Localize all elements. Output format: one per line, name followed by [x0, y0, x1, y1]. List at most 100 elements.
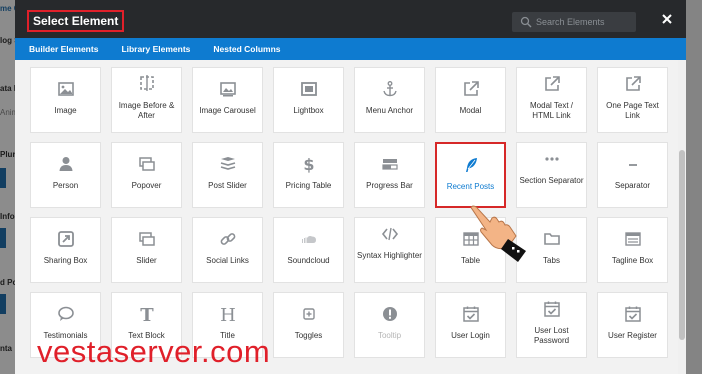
element-label: Image: [54, 106, 77, 115]
element-label: Modal Text / HTML Link: [530, 101, 573, 120]
element-label: Separator: [614, 181, 651, 190]
element-label: Modal: [459, 106, 482, 115]
modal-title: Select Element: [27, 10, 125, 32]
element-card-soundcloud[interactable]: Soundcloud: [273, 217, 344, 283]
element-label: Tagline Box: [611, 256, 654, 265]
plus-square-icon: [302, 308, 315, 320]
element-label: User Lost Password: [533, 326, 570, 345]
slider-icon: [138, 232, 155, 246]
image-icon: [57, 82, 74, 96]
element-label: One Page Text Link: [606, 101, 659, 120]
tab-library-elements[interactable]: Library Elements: [121, 38, 190, 60]
cloud-icon: [301, 236, 316, 243]
tab-builder-elements[interactable]: Builder Elements: [29, 38, 98, 60]
element-card-progress-bar[interactable]: Progress Bar: [354, 142, 425, 208]
element-card-syntax-highlighter[interactable]: Syntax Highlighter: [354, 217, 425, 283]
calendar-check-icon: [543, 301, 560, 317]
element-card-post-slider[interactable]: Post Slider: [192, 142, 263, 208]
modal-scrollbar[interactable]: [678, 60, 686, 374]
element-label: Recent Posts: [446, 182, 495, 191]
close-icon[interactable]: [661, 13, 673, 25]
search-input[interactable]: [536, 14, 632, 30]
element-label: Tooltip: [377, 331, 402, 340]
dash-icon: [628, 164, 637, 166]
pointing-hand-icon: [470, 205, 526, 262]
calendar-check-icon: [624, 306, 641, 322]
element-label: Image Before & After: [118, 101, 175, 120]
element-card-modal-text-html-link[interactable]: Modal Text / HTML Link: [516, 67, 587, 133]
element-card-toggles[interactable]: Toggles: [273, 292, 344, 358]
dollar-icon: $: [303, 155, 314, 173]
element-card-image-carousel[interactable]: Image Carousel: [192, 67, 263, 133]
element-card-image[interactable]: Image: [30, 67, 101, 133]
element-card-person[interactable]: Person: [30, 142, 101, 208]
svg-text:T: T: [140, 305, 154, 323]
element-label: Section Separator: [519, 176, 584, 185]
element-label: User Register: [608, 331, 657, 340]
speech-bubble-icon: [57, 306, 74, 321]
heading-icon: H: [220, 305, 236, 323]
element-label: Toggles: [294, 331, 323, 340]
element-card-tagline-box[interactable]: Tagline Box: [597, 217, 668, 283]
element-card-user-lost-password[interactable]: User Lost Password: [516, 292, 587, 358]
element-label: Social Links: [206, 256, 249, 265]
element-label: Sharing Box: [43, 256, 88, 265]
element-card-recent-posts[interactable]: Recent Posts: [435, 142, 506, 208]
element-card-menu-anchor[interactable]: Menu Anchor: [354, 67, 425, 133]
calendar-check-icon: [462, 306, 479, 322]
element-card-image-before-after[interactable]: Image Before & After: [111, 67, 182, 133]
scrollbar-thumb[interactable]: [679, 150, 685, 340]
feather-icon: [465, 158, 477, 172]
element-card-user-register[interactable]: User Register: [597, 292, 668, 358]
select-element-modal: Select Element Builder Elements Library …: [15, 0, 686, 374]
tab-bar: Builder Elements Library Elements Nested…: [15, 38, 686, 60]
element-card-one-page-text-link[interactable]: One Page Text Link: [597, 67, 668, 133]
person-icon: [59, 157, 72, 171]
image-compare-icon: [139, 75, 154, 91]
elements-panel: Image Image Before & After Image Carouse…: [15, 60, 686, 374]
external-link-icon: [544, 76, 560, 91]
element-card-separator[interactable]: Separator: [597, 142, 668, 208]
folder-icon: [543, 233, 560, 245]
progress-bar-icon: [381, 159, 398, 170]
element-label: Image Carousel: [199, 106, 256, 115]
element-label: Soundcloud: [287, 256, 330, 265]
external-link-icon: [463, 81, 479, 96]
text-t-icon: T: [140, 305, 154, 323]
tagline-icon: [624, 232, 641, 246]
element-card-slider[interactable]: Slider: [111, 217, 182, 283]
dots-icon: [544, 157, 559, 161]
exclamation-circle-icon: [382, 307, 397, 321]
popover-icon: [138, 157, 155, 171]
element-card-modal[interactable]: Modal: [435, 67, 506, 133]
element-label: Syntax Highlighter: [357, 251, 422, 260]
element-card-section-separator[interactable]: Section Separator: [516, 142, 587, 208]
element-card-pricing-table[interactable]: $ Pricing Table: [273, 142, 344, 208]
element-label: Slider: [136, 256, 157, 265]
element-label: Lightbox: [293, 106, 324, 115]
element-card-sharing-box[interactable]: Sharing Box: [30, 217, 101, 283]
modal-header: Select Element: [15, 0, 686, 38]
tab-nested-columns[interactable]: Nested Columns: [213, 38, 280, 60]
link-icon: [220, 233, 235, 245]
element-label: Progress Bar: [366, 181, 413, 190]
element-card-tooltip[interactable]: Tooltip: [354, 292, 425, 358]
anchor-icon: [382, 81, 397, 97]
element-label: Pricing Table: [285, 181, 332, 190]
layers-icon: [220, 157, 235, 170]
elements-grid: Image Image Before & After Image Carouse…: [30, 67, 668, 358]
svg-text:$: $: [303, 155, 314, 173]
element-label: User Login: [451, 331, 490, 340]
element-card-lightbox[interactable]: Lightbox: [273, 67, 344, 133]
element-card-user-login[interactable]: User Login: [435, 292, 506, 358]
element-card-social-links[interactable]: Social Links: [192, 217, 263, 283]
watermark-text: vestaserver.com: [37, 334, 271, 369]
element-label: Post Slider: [208, 181, 247, 190]
element-card-popover[interactable]: Popover: [111, 142, 182, 208]
element-label: Menu Anchor: [365, 106, 414, 115]
element-label: Popover: [131, 181, 162, 190]
svg-text:H: H: [220, 305, 236, 323]
search-box[interactable]: [512, 12, 636, 32]
search-icon: [520, 16, 532, 28]
carousel-icon: [219, 82, 236, 97]
